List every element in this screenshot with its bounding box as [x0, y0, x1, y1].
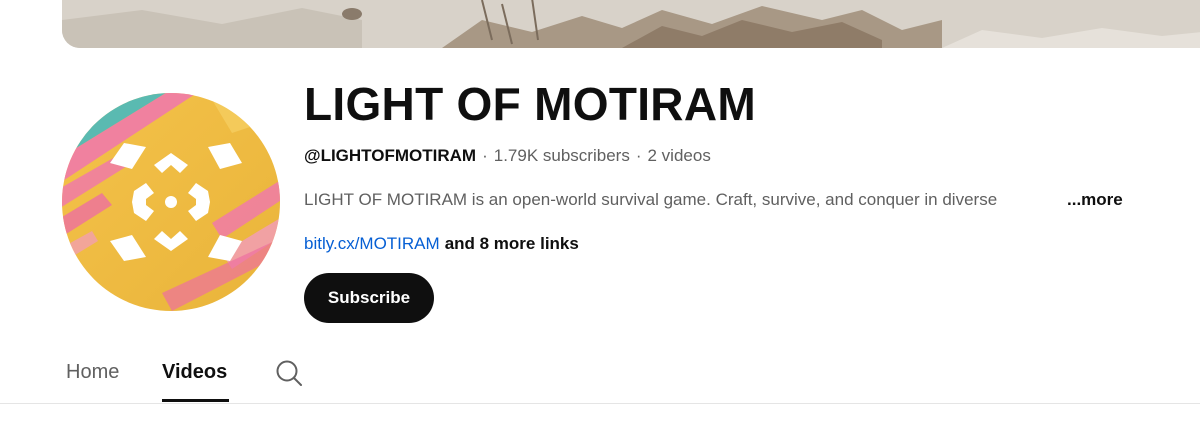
subscriber-count: 1.79K subscribers: [493, 146, 630, 165]
channel-handle: @LIGHTOFMOTIRAM: [304, 146, 477, 165]
channel-logo-icon: [62, 93, 280, 311]
channel-name: LIGHT OF MOTIRAM: [304, 78, 756, 130]
meta-separator: ·: [635, 146, 642, 165]
channel-avatar[interactable]: [62, 93, 280, 311]
subscribe-button[interactable]: Subscribe: [304, 273, 434, 323]
selected-tab-indicator: [162, 399, 229, 402]
channel-description[interactable]: LIGHT OF MOTIRAM is an open-world surviv…: [304, 187, 1064, 213]
video-count: 2 videos: [647, 146, 711, 165]
channel-tabs: Home Videos: [0, 340, 1200, 404]
description-more-link[interactable]: ...more: [1067, 187, 1123, 213]
banner-landscape-art: [62, 0, 1200, 48]
tabs-divider: [0, 403, 1200, 404]
channel-links: bitly.cx/MOTIRAM and 8 more links: [304, 231, 579, 257]
tab-videos[interactable]: Videos: [162, 358, 227, 386]
search-icon[interactable]: [274, 358, 304, 388]
tab-home[interactable]: Home: [66, 358, 119, 386]
channel-meta: @LIGHTOFMOTIRAM · 1.79K subscribers · 2 vide…: [304, 144, 711, 168]
channel-external-link[interactable]: bitly.cx/MOTIRAM: [304, 234, 440, 253]
more-links-button[interactable]: and 8 more links: [445, 234, 579, 253]
channel-banner: [62, 0, 1200, 48]
meta-separator: ·: [482, 146, 488, 165]
